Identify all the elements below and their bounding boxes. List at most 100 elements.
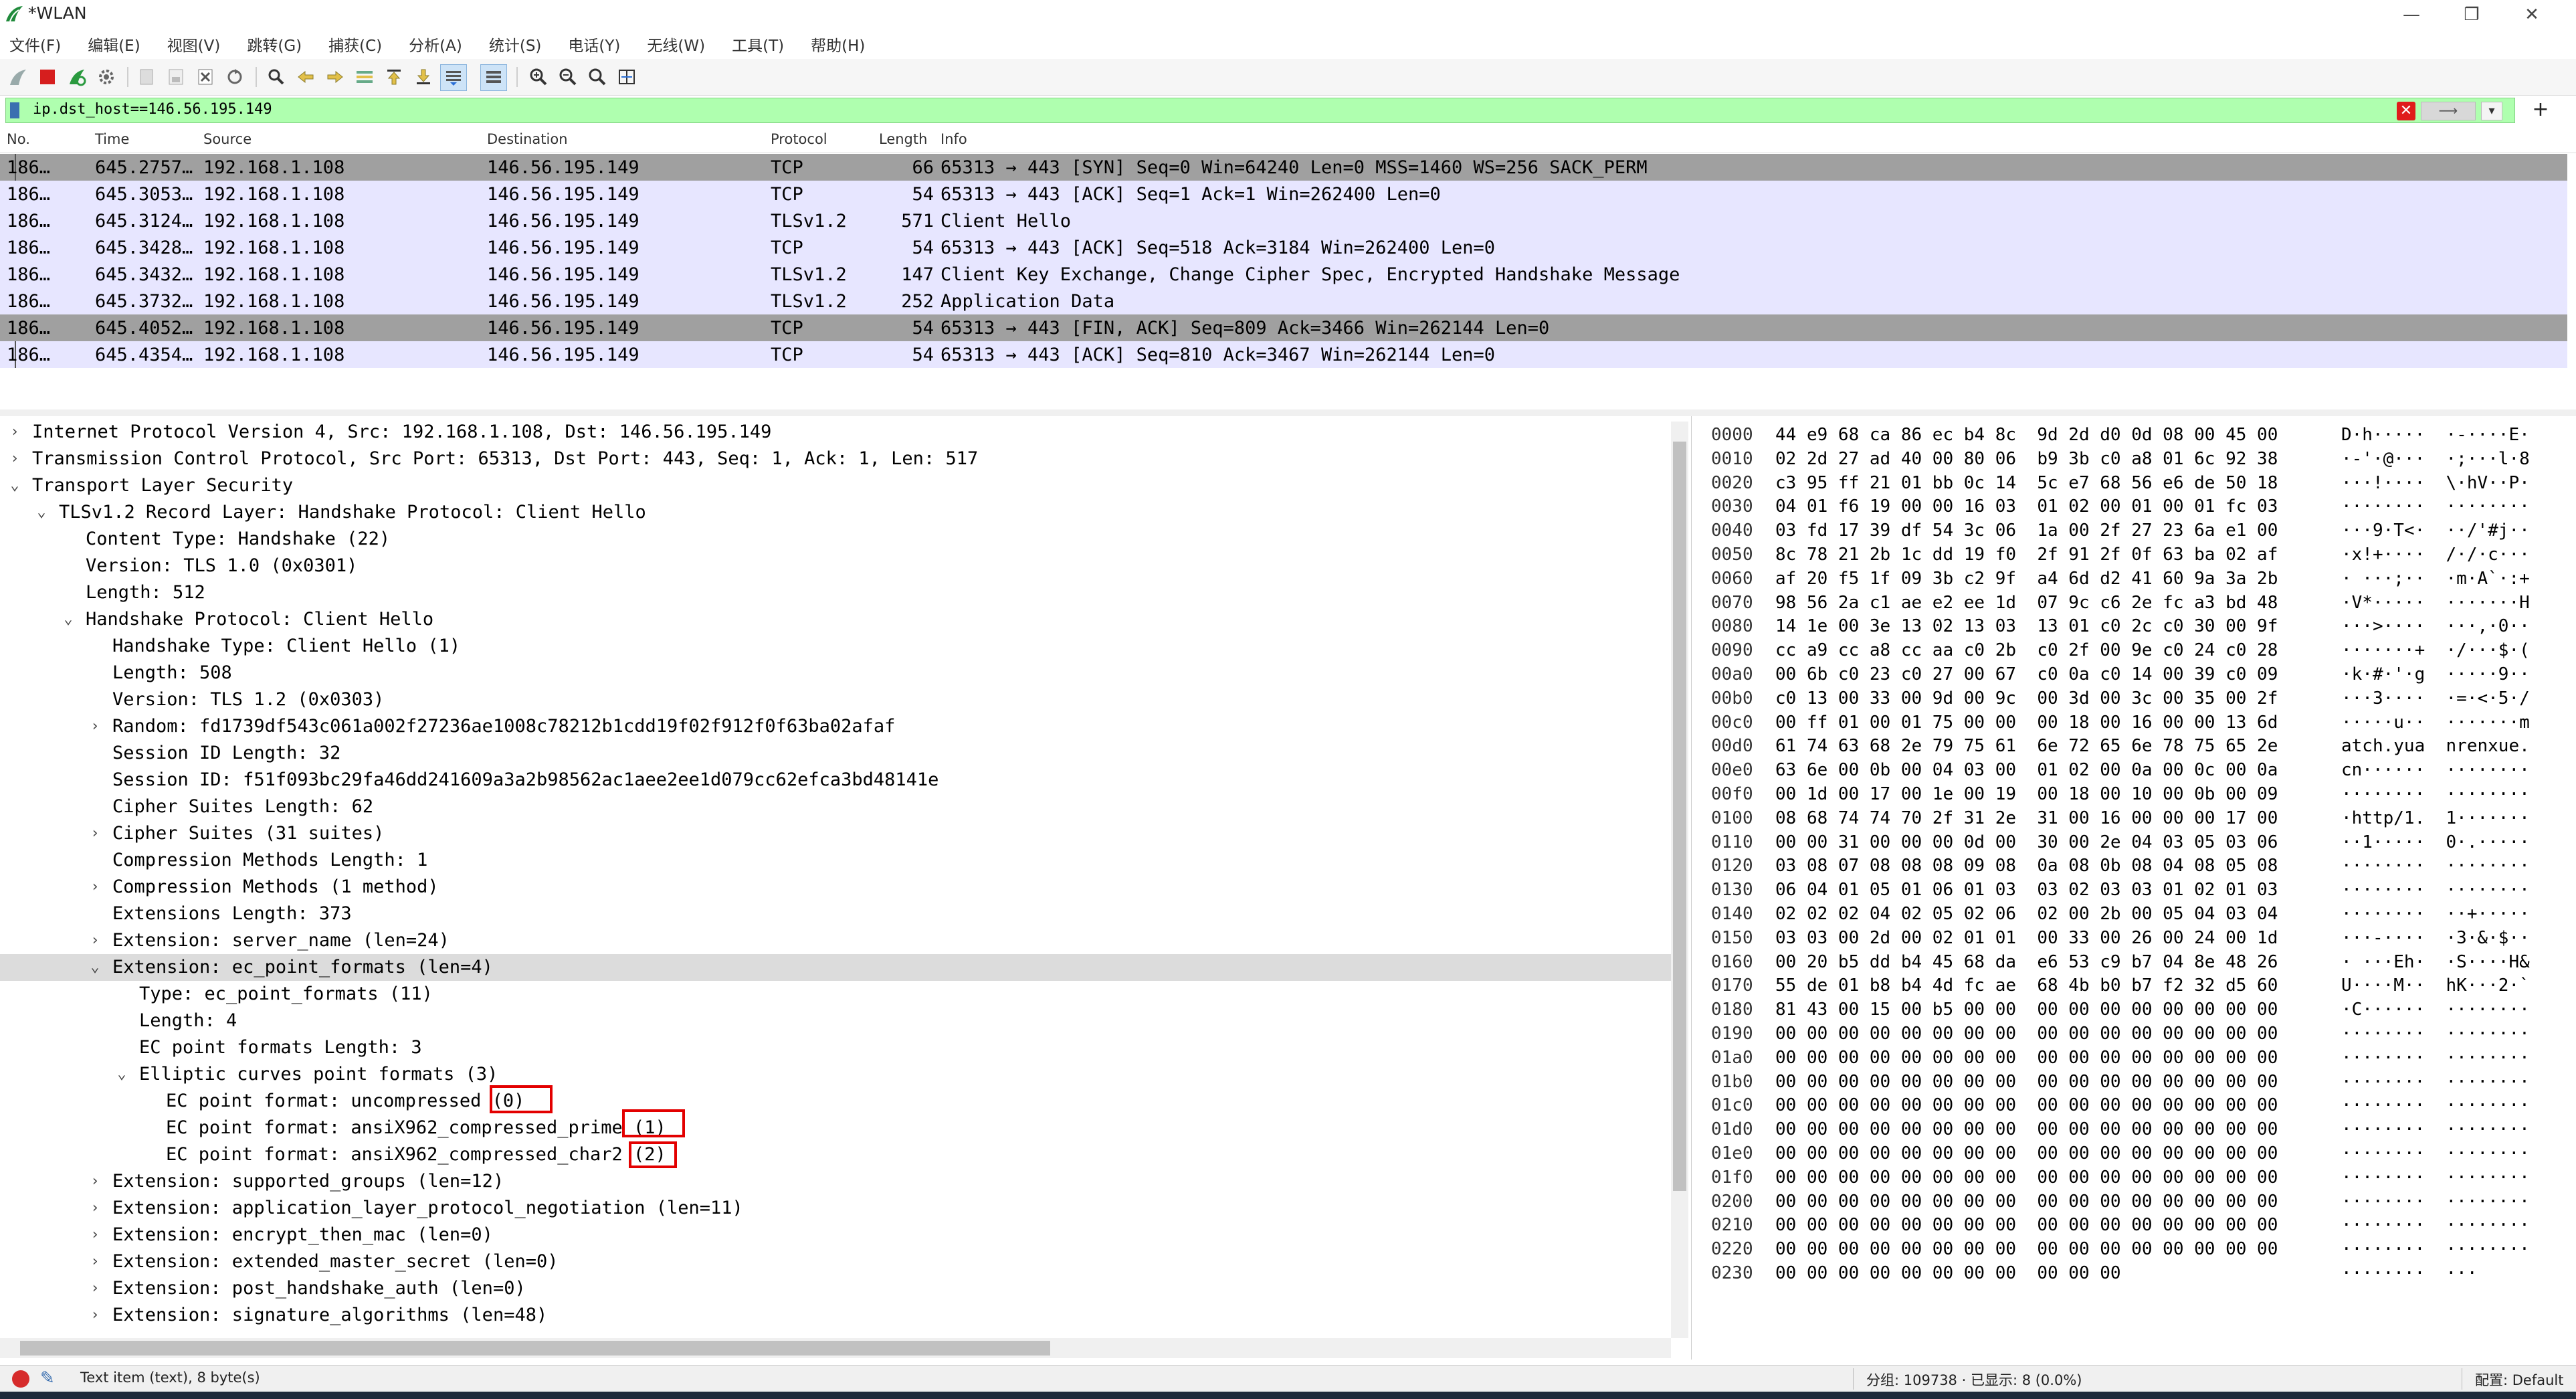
- menu-item[interactable]: 电话(Y): [568, 33, 620, 56]
- hex-bytes[interactable]: 55 de 01 b8 b4 4d fc ae 68 4b b0 b7 f2 3…: [1775, 973, 2278, 998]
- menu-item[interactable]: 文件(F): [9, 33, 61, 56]
- packet-row[interactable]: 186… 645.4052… 192.168.1.108 146.56.195.149…: [0, 314, 2567, 341]
- filter-history-dropdown[interactable]: ▾: [2481, 102, 2502, 120]
- hex-bytes[interactable]: 63 6e 00 0b 00 04 03 00 01 02 00 0a 00 0…: [1775, 758, 2278, 782]
- tree-item[interactable]: Length: 4: [0, 1008, 1672, 1034]
- hex-ascii[interactable]: ·http/1. 1·······: [2341, 806, 2530, 830]
- tree-item[interactable]: › Internet Protocol Version 4, Src: 192.1…: [0, 419, 1672, 446]
- hex-offset[interactable]: 0120: [1711, 854, 1753, 878]
- expert-info-icon[interactable]: [12, 1370, 29, 1388]
- hex-ascii[interactable]: ········ ········: [2341, 854, 2530, 878]
- normal-size-button[interactable]: [585, 64, 610, 90]
- menu-item[interactable]: 帮助(H): [811, 33, 865, 56]
- menu-item[interactable]: 工具(T): [732, 33, 784, 56]
- hex-ascii[interactable]: ·····u·· ·······m: [2341, 711, 2530, 735]
- packet-row[interactable]: 186… 645.3124… 192.168.1.108 146.56.195.149…: [0, 207, 2567, 234]
- packet-row[interactable]: 186… 645.3053… 192.168.1.108 146.56.195.149…: [0, 181, 2567, 207]
- hex-ascii[interactable]: atch.yua nrenxue.: [2341, 734, 2530, 758]
- save-file-button[interactable]: [163, 64, 189, 90]
- chevron-down-icon[interactable]: ⌄: [35, 499, 48, 526]
- tree-item[interactable]: ⌄ Handshake Protocol: Client Hello: [0, 606, 1672, 633]
- auto-scroll-button[interactable]: [440, 64, 467, 91]
- hex-offset[interactable]: 0030: [1711, 494, 1753, 519]
- tree-item[interactable]: Session ID: f51f093bc29fa46dd241609a3a2b…: [0, 767, 1672, 794]
- hex-ascii[interactable]: ········ ········: [2341, 1237, 2530, 1261]
- tree-item[interactable]: › Extension: encrypt_then_mac (len=0): [0, 1222, 1672, 1248]
- chevron-right-icon[interactable]: ›: [88, 1302, 102, 1329]
- menu-item[interactable]: 无线(W): [647, 33, 705, 56]
- zoom-in-button[interactable]: [526, 64, 551, 90]
- tree-item[interactable]: Version: TLS 1.2 (0x0303): [0, 686, 1672, 713]
- column-header-source[interactable]: Source: [203, 131, 252, 147]
- hex-bytes[interactable]: 14 1e 00 3e 13 02 13 03 13 01 c0 2c c0 3…: [1775, 614, 2278, 638]
- close-button[interactable]: ✕: [2502, 0, 2562, 29]
- tree-item[interactable]: Type: ec_point_formats (11): [0, 981, 1672, 1008]
- chevron-right-icon[interactable]: ›: [8, 419, 21, 446]
- hex-offset[interactable]: 0010: [1711, 447, 1753, 471]
- column-header-no[interactable]: No.: [7, 131, 30, 147]
- hex-bytes[interactable]: 04 01 f6 19 00 00 16 03 01 02 00 01 00 0…: [1775, 494, 2278, 519]
- hex-ascii[interactable]: cn······ ········: [2341, 758, 2530, 782]
- hex-offset[interactable]: 0060: [1711, 567, 1753, 591]
- hex-ascii[interactable]: ········ ········: [2341, 1022, 2530, 1046]
- tree-item[interactable]: › Extension: post_handshake_auth (len=0): [0, 1275, 1672, 1302]
- menu-item[interactable]: 视图(V): [167, 33, 221, 56]
- menu-item[interactable]: 统计(S): [489, 33, 542, 56]
- tree-item[interactable]: › Compression Methods (1 method): [0, 874, 1672, 901]
- hex-ascii[interactable]: ········ ········: [2341, 1070, 2530, 1094]
- tree-item[interactable]: EC point format: ansiX962_compressed_cha…: [0, 1141, 1672, 1168]
- hex-ascii[interactable]: ·V*····· ·······H: [2341, 591, 2530, 615]
- bookmark-icon[interactable]: [10, 102, 19, 118]
- hex-offset[interactable]: 00a0: [1711, 662, 1753, 686]
- restart-capture-button[interactable]: [64, 64, 90, 90]
- hex-ascii[interactable]: ···!···· \·hV··P·: [2341, 471, 2530, 495]
- chevron-right-icon[interactable]: ›: [88, 1275, 102, 1302]
- hex-bytes[interactable]: 00 00 00 00 00 00 00 00 00 00 00 00 00 0…: [1775, 1141, 2278, 1165]
- chevron-right-icon[interactable]: ›: [88, 1222, 102, 1248]
- hex-bytes[interactable]: 00 00 00 00 00 00 00 00 00 00 00 00 00 0…: [1775, 1190, 2278, 1214]
- tree-item[interactable]: › Extension: supported_groups (len=12): [0, 1168, 1672, 1195]
- column-header-destination[interactable]: Destination: [487, 131, 568, 147]
- tree-item[interactable]: EC point format: uncompressed (0): [0, 1088, 1672, 1115]
- tree-item[interactable]: Extensions Length: 373: [0, 901, 1672, 927]
- colorize-button[interactable]: [480, 64, 507, 91]
- hex-bytes[interactable]: 00 6b c0 23 c0 27 00 67 c0 0a c0 14 00 3…: [1775, 662, 2278, 686]
- chevron-right-icon[interactable]: ›: [88, 820, 102, 847]
- chevron-down-icon[interactable]: ⌄: [62, 606, 75, 633]
- hex-offset[interactable]: 00e0: [1711, 758, 1753, 782]
- hex-bytes[interactable]: 03 08 07 08 08 08 09 08 0a 08 0b 08 04 0…: [1775, 854, 2278, 878]
- hex-bytes[interactable]: 02 2d 27 ad 40 00 80 06 b9 3b c0 a8 01 6…: [1775, 447, 2278, 471]
- hex-bytes[interactable]: 03 fd 17 39 df 54 3c 06 1a 00 2f 27 23 6…: [1775, 519, 2278, 543]
- hex-bytes[interactable]: 00 00 00 00 00 00 00 00 00 00 00 00 00 0…: [1775, 1070, 2278, 1094]
- hex-offset[interactable]: 0110: [1711, 830, 1753, 854]
- hex-offset[interactable]: 01f0: [1711, 1165, 1753, 1190]
- menu-item[interactable]: 编辑(E): [88, 33, 140, 56]
- hex-ascii[interactable]: ·······+ ·/···$·(: [2341, 638, 2530, 662]
- hex-ascii[interactable]: ········ ········: [2341, 878, 2530, 902]
- hex-ascii[interactable]: ········ ········: [2341, 1141, 2530, 1165]
- hex-offset[interactable]: 0220: [1711, 1237, 1753, 1261]
- tree-item[interactable]: EC point formats Length: 3: [0, 1034, 1672, 1061]
- chevron-right-icon[interactable]: ›: [88, 1168, 102, 1195]
- hex-offset[interactable]: 0200: [1711, 1190, 1753, 1214]
- tree-item[interactable]: EC point format: ansiX962_compressed_pri…: [0, 1115, 1672, 1141]
- tree-item[interactable]: Version: TLS 1.0 (0x0301): [0, 553, 1672, 579]
- tree-item[interactable]: › Transmission Control Protocol, Src Port…: [0, 446, 1672, 472]
- packet-row[interactable]: 186… 645.2757… 192.168.1.108 146.56.195.149…: [0, 154, 2567, 181]
- go-to-packet-button[interactable]: [352, 64, 377, 90]
- hex-bytes[interactable]: 81 43 00 15 00 b5 00 00 00 00 00 00 00 0…: [1775, 998, 2278, 1022]
- menu-item[interactable]: 捕获(C): [328, 33, 382, 56]
- hex-bytes[interactable]: 03 03 00 2d 00 02 01 01 00 33 00 26 00 2…: [1775, 926, 2278, 950]
- hex-offset[interactable]: 0130: [1711, 878, 1753, 902]
- chevron-down-icon[interactable]: ⌄: [8, 472, 21, 499]
- hex-offset[interactable]: 0190: [1711, 1022, 1753, 1046]
- hex-offset[interactable]: 01c0: [1711, 1093, 1753, 1117]
- column-header-length[interactable]: Length: [879, 131, 927, 147]
- reload-file-button[interactable]: [222, 64, 247, 90]
- hex-ascii[interactable]: ·C······ ········: [2341, 998, 2530, 1022]
- hex-ascii[interactable]: ·k·#·'·g ·····9··: [2341, 662, 2530, 686]
- details-horizontal-scroll-thumb[interactable]: [20, 1341, 1050, 1356]
- tree-item[interactable]: › Extension: signature_algorithms (len=48…: [0, 1302, 1672, 1329]
- tree-item[interactable]: Content Type: Handshake (22): [0, 526, 1672, 553]
- display-filter-input[interactable]: ip.dst_host==146.56.195.149 ✕ ⟶ ▾: [5, 98, 2515, 123]
